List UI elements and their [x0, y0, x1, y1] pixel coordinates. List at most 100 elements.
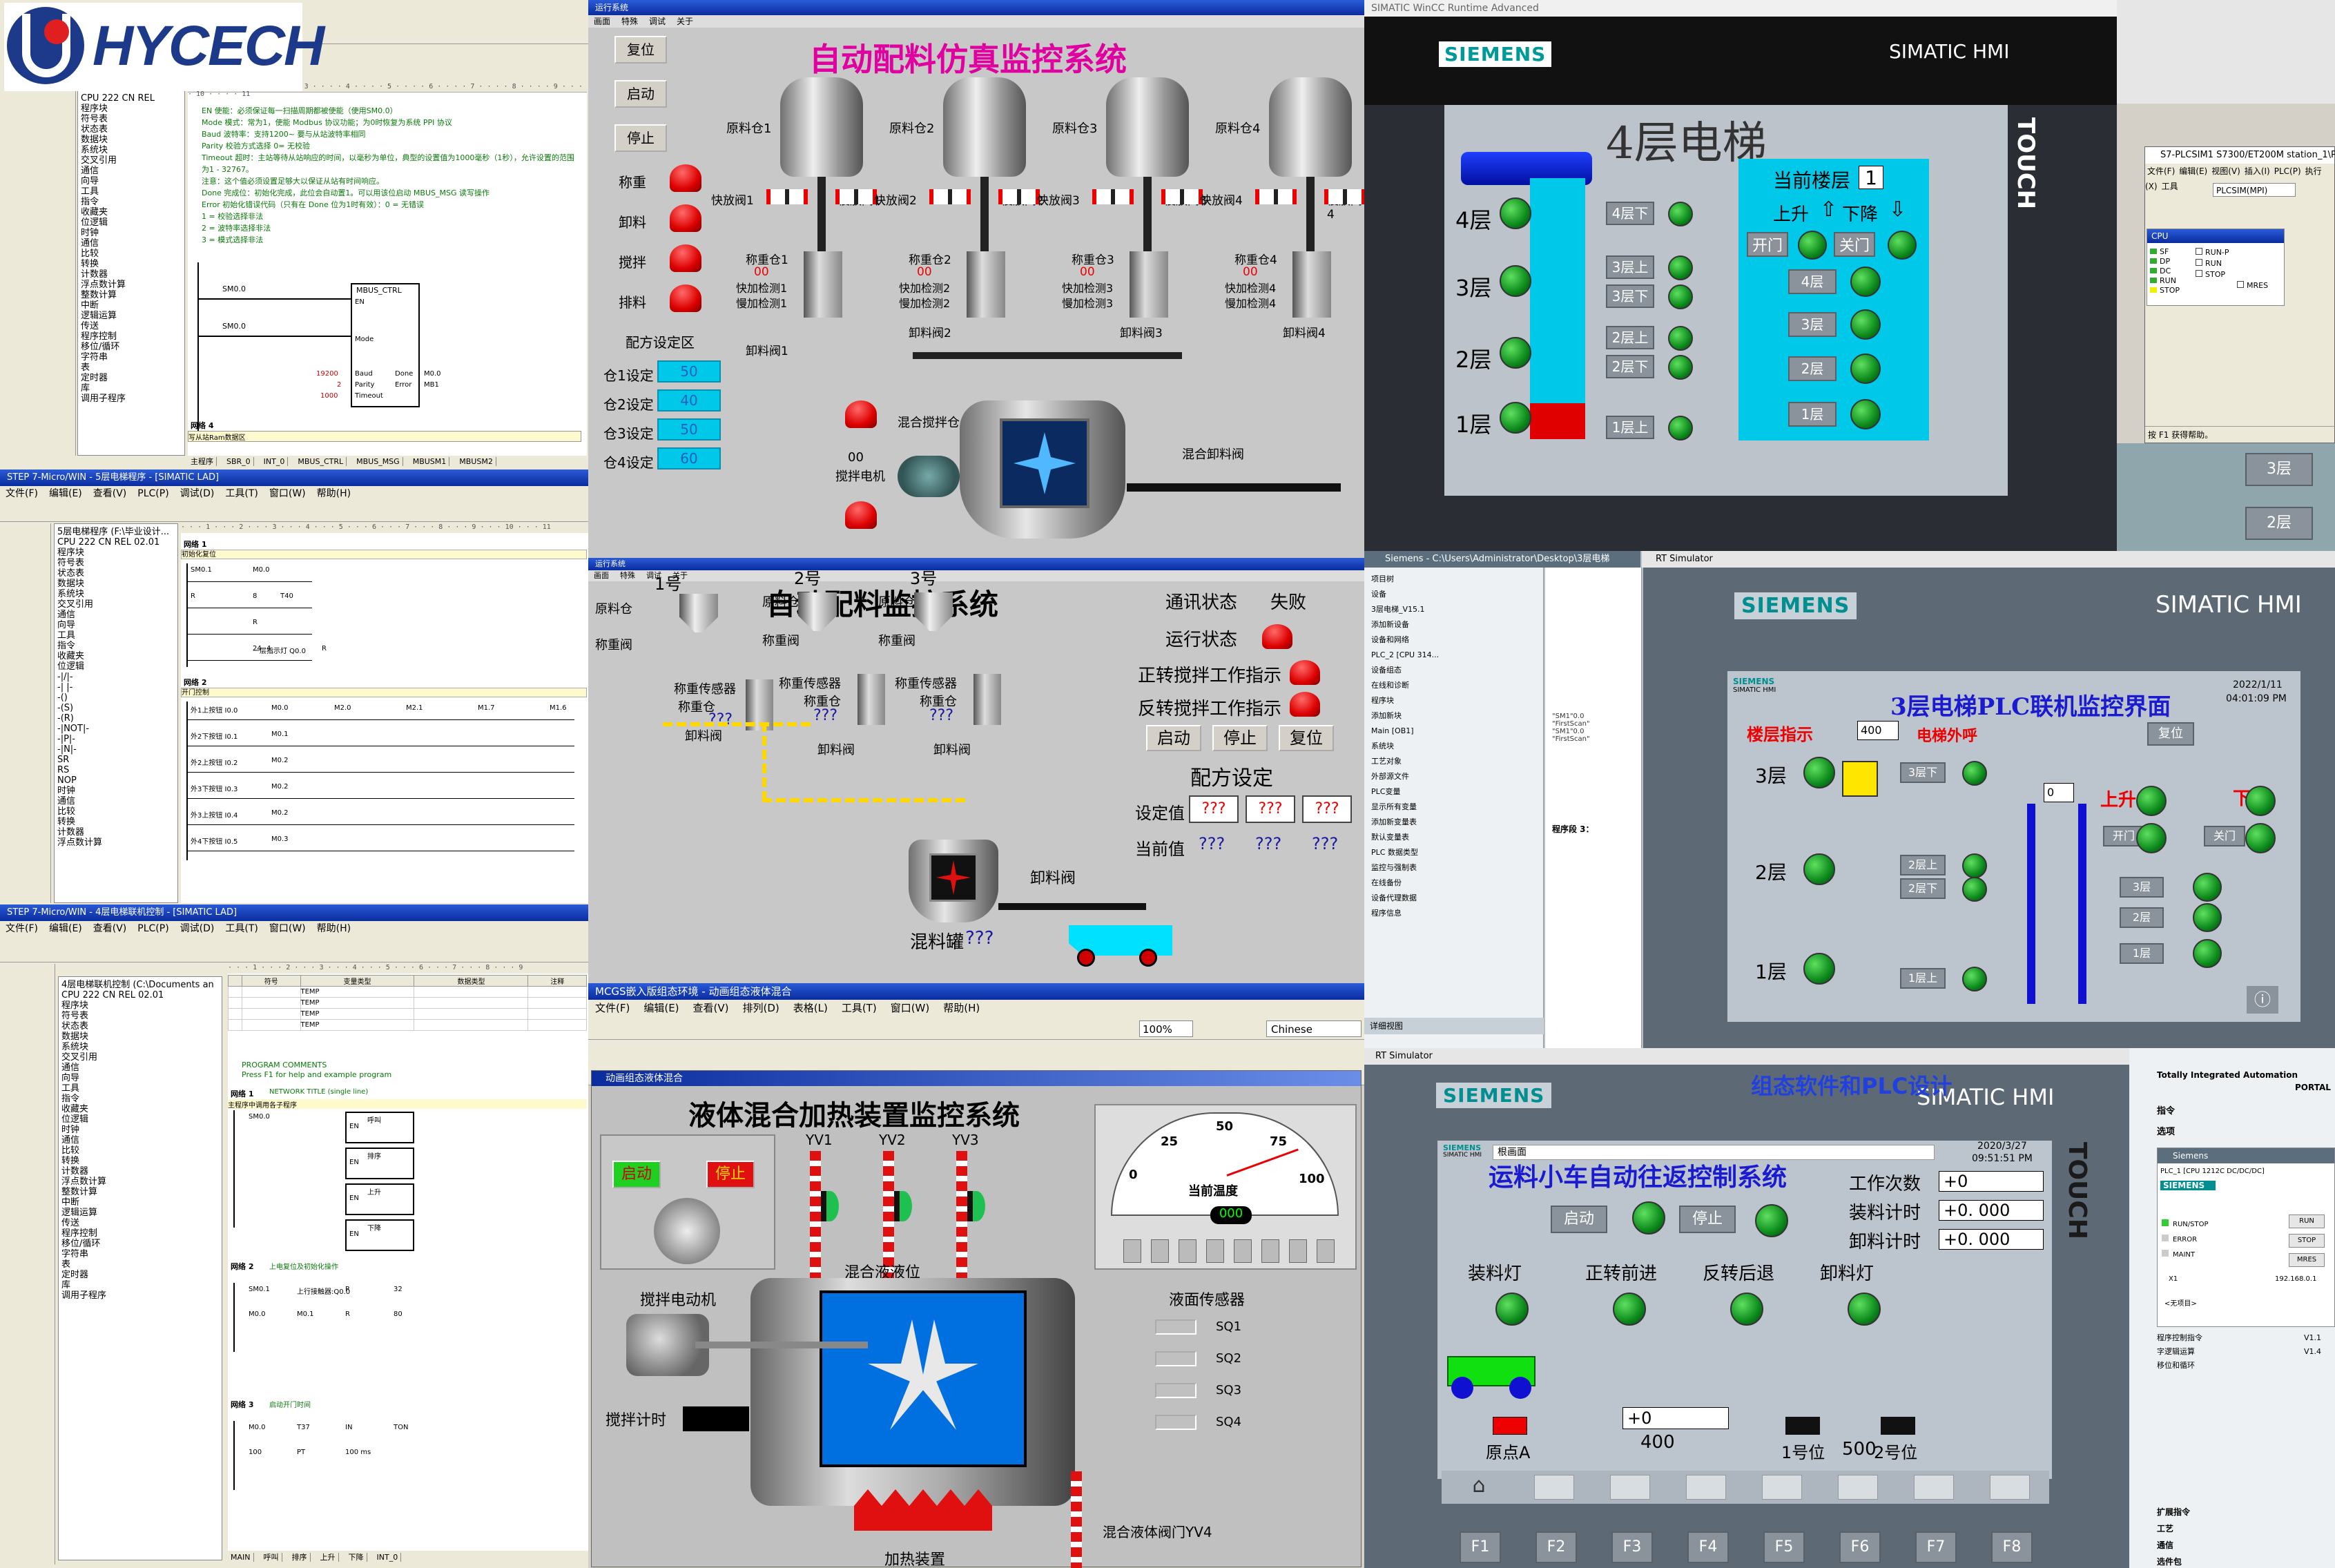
- tree-item[interactable]: 向导: [81, 176, 182, 186]
- stop-button[interactable]: 停止: [1212, 725, 1268, 751]
- hall-call-button[interactable]: 4层下: [1606, 202, 1654, 225]
- menu-bar[interactable]: 文件(F) 编辑(E) 查看(V) PLC(P) 调试(D) 工具(T) 窗口(W) 帮助(H…: [0, 486, 588, 501]
- start-button[interactable]: 启动: [612, 1161, 661, 1188]
- reset-button[interactable]: 复位: [1279, 725, 1334, 751]
- menu-item[interactable]: 查看(V): [693, 1002, 729, 1014]
- tree-item[interactable]: 程序控制: [81, 331, 182, 342]
- tree-item[interactable]: 工具: [57, 630, 175, 641]
- tree-item[interactable]: 中断: [61, 1197, 219, 1208]
- hall-call-button[interactable]: 1层上: [1606, 416, 1654, 439]
- cpu-mode[interactable]: STOP: [2196, 269, 2268, 280]
- project-tree-item[interactable]: 在线和诊断: [1371, 678, 1540, 693]
- car-call-button[interactable]: 3层: [1788, 312, 1837, 337]
- editor-tab[interactable]: MBUSM2: [456, 457, 496, 466]
- tree-item[interactable]: 5层电梯程序 (F:\毕业设计...: [57, 527, 175, 537]
- hall-call-button[interactable]: 3层上: [1606, 255, 1654, 279]
- tree-item[interactable]: 时钟: [61, 1125, 219, 1135]
- instruction-group[interactable]: 扩展指令: [2157, 1504, 2335, 1520]
- tree-item[interactable]: 向导: [57, 620, 175, 630]
- hall-call-button[interactable]: 2层上: [1606, 326, 1654, 349]
- menu-item[interactable]: 调试(D): [180, 923, 215, 934]
- floor2-button[interactable]: 2层: [2245, 507, 2313, 540]
- start-button[interactable]: 启动: [614, 80, 667, 108]
- menu-item[interactable]: 编辑(E): [49, 488, 82, 499]
- tree-item[interactable]: 系统块: [57, 589, 175, 599]
- project-tree-item[interactable]: 设备组态: [1371, 663, 1540, 678]
- project-tree-item[interactable]: PLC_2 [CPU 314...: [1371, 648, 1540, 663]
- menu-item[interactable]: 调试(D): [180, 488, 215, 499]
- menu-bar[interactable]: 文件(F) 编辑(E) 查看(V) 排列(D) 表格(L) 工具(T) 窗口(W) 帮助(H): [588, 1000, 1364, 1016]
- hall-call-button[interactable]: 1层上: [1900, 968, 1946, 989]
- project-tree-item[interactable]: 系统块: [1371, 739, 1540, 754]
- navigation-bar[interactable]: [0, 90, 76, 456]
- start-button[interactable]: 启动: [1146, 725, 1201, 751]
- stop-button[interactable]: 停止: [614, 124, 667, 152]
- menu-bar[interactable]: 画面 特殊 调试 关于: [588, 570, 1364, 581]
- tree-item[interactable]: 逻辑运算: [61, 1208, 219, 1218]
- menu-item[interactable]: 工具(T): [225, 488, 258, 499]
- hall-call-button[interactable]: 2层下: [1900, 878, 1946, 899]
- tree-item[interactable]: -|N|-: [57, 744, 175, 755]
- tree-item[interactable]: RS: [57, 765, 175, 775]
- tree-item[interactable]: 位逻辑: [57, 661, 175, 672]
- instruction-item[interactable]: 程序控制指令 V1.1: [2157, 1331, 2335, 1345]
- navigation-bar[interactable]: [0, 964, 55, 1565]
- table-row[interactable]: TEMP: [228, 986, 587, 998]
- menu-item[interactable]: 工具(T): [842, 1002, 877, 1014]
- start-button[interactable]: 启动: [1551, 1206, 1607, 1233]
- instruction-tree[interactable]: CPU 222 CN REL 程序块 符号表 状态表 数据块 系统块 交叉引用 通信 向导 工具指…: [77, 90, 185, 456]
- editor-tab[interactable]: INT_0: [260, 457, 289, 466]
- tree-item[interactable]: 收藏夹: [81, 207, 182, 217]
- menu-item[interactable]: 插入(I): [2245, 166, 2270, 176]
- menu-item[interactable]: 查看(V): [93, 923, 127, 934]
- call-block[interactable]: 呼叫 EN: [345, 1112, 414, 1143]
- tree-item[interactable]: 表: [61, 1259, 219, 1270]
- tree-item[interactable]: -|/|-: [57, 672, 175, 682]
- menu-item[interactable]: 文件(F): [2147, 166, 2175, 176]
- floor3-button[interactable]: 3层: [2245, 453, 2313, 486]
- function-key-f2[interactable]: F2: [1535, 1531, 1577, 1563]
- tree-item[interactable]: 表: [81, 362, 182, 373]
- hall-call-button[interactable]: 3层下: [1900, 762, 1946, 783]
- soft-key[interactable]: [1914, 1475, 1954, 1500]
- stop-button[interactable]: 停止: [706, 1161, 755, 1188]
- instruction-tree[interactable]: 5层电梯程序 (F:\毕业设计... CPU 222 CN REL 02.01 程序…: [54, 523, 178, 903]
- menu-item[interactable]: 特殊: [620, 571, 635, 580]
- tree-item[interactable]: 库: [81, 383, 182, 394]
- tree-item[interactable]: 程序控制: [61, 1228, 219, 1239]
- editor-tab[interactable]: 下降: [345, 1553, 367, 1562]
- project-tree[interactable]: 项目树 设备 3层电梯_V15.1 添加新设备 设备和网络 PLC_2 [CPU 314.…: [1364, 568, 1544, 1048]
- project-tree-item[interactable]: 程序信息: [1371, 906, 1540, 921]
- tree-item[interactable]: 收藏夹: [61, 1104, 219, 1114]
- reset-button[interactable]: 复位: [614, 36, 667, 64]
- car-call-button[interactable]: 2层: [2120, 907, 2164, 928]
- tree-item[interactable]: 定时器: [81, 373, 182, 383]
- function-key-f1[interactable]: F1: [1460, 1531, 1501, 1563]
- tree-item[interactable]: 状态表: [81, 124, 182, 135]
- cpu-mode[interactable]: MRES: [2237, 280, 2268, 291]
- instruction-group[interactable]: 通信: [2157, 1537, 2335, 1554]
- soft-key[interactable]: [1686, 1475, 1726, 1500]
- car-call-button[interactable]: 4层: [1788, 269, 1837, 294]
- tree-item[interactable]: 符号表: [57, 558, 175, 568]
- menu-item[interactable]: 视图(V): [2211, 166, 2240, 176]
- editor-tab[interactable]: MBUS_MSG: [353, 457, 403, 466]
- hall-call-button[interactable]: 2层上: [1900, 855, 1946, 875]
- tree-item[interactable]: 浮点数计算: [81, 280, 182, 290]
- project-tree-item[interactable]: 3层电梯_V15.1: [1371, 602, 1540, 617]
- navigation-bar[interactable]: [0, 523, 51, 903]
- instruction-tree[interactable]: 4层电梯联机控制 (C:\Documents an CPU 222 CN REL …: [58, 976, 222, 1560]
- tree-item[interactable]: 浮点数计算: [57, 838, 175, 848]
- tree-item[interactable]: 计数器: [61, 1166, 219, 1177]
- menu-item[interactable]: 窗口(W): [269, 923, 306, 934]
- function-key-f5[interactable]: F5: [1763, 1531, 1805, 1563]
- instruction-item[interactable]: 移位和循环: [2157, 1359, 2335, 1373]
- stop-button[interactable]: STOP: [2289, 1234, 2325, 1248]
- tree-item[interactable]: 调用子程序: [61, 1290, 219, 1301]
- tree-item[interactable]: 传送: [81, 321, 182, 331]
- tree-item[interactable]: SR: [57, 755, 175, 765]
- instruction-group[interactable]: 选件包: [2157, 1554, 2335, 1568]
- tree-item[interactable]: 状态表: [61, 1021, 219, 1032]
- tree-item[interactable]: 向导: [61, 1073, 219, 1083]
- tree-item[interactable]: 程序块: [61, 1000, 219, 1011]
